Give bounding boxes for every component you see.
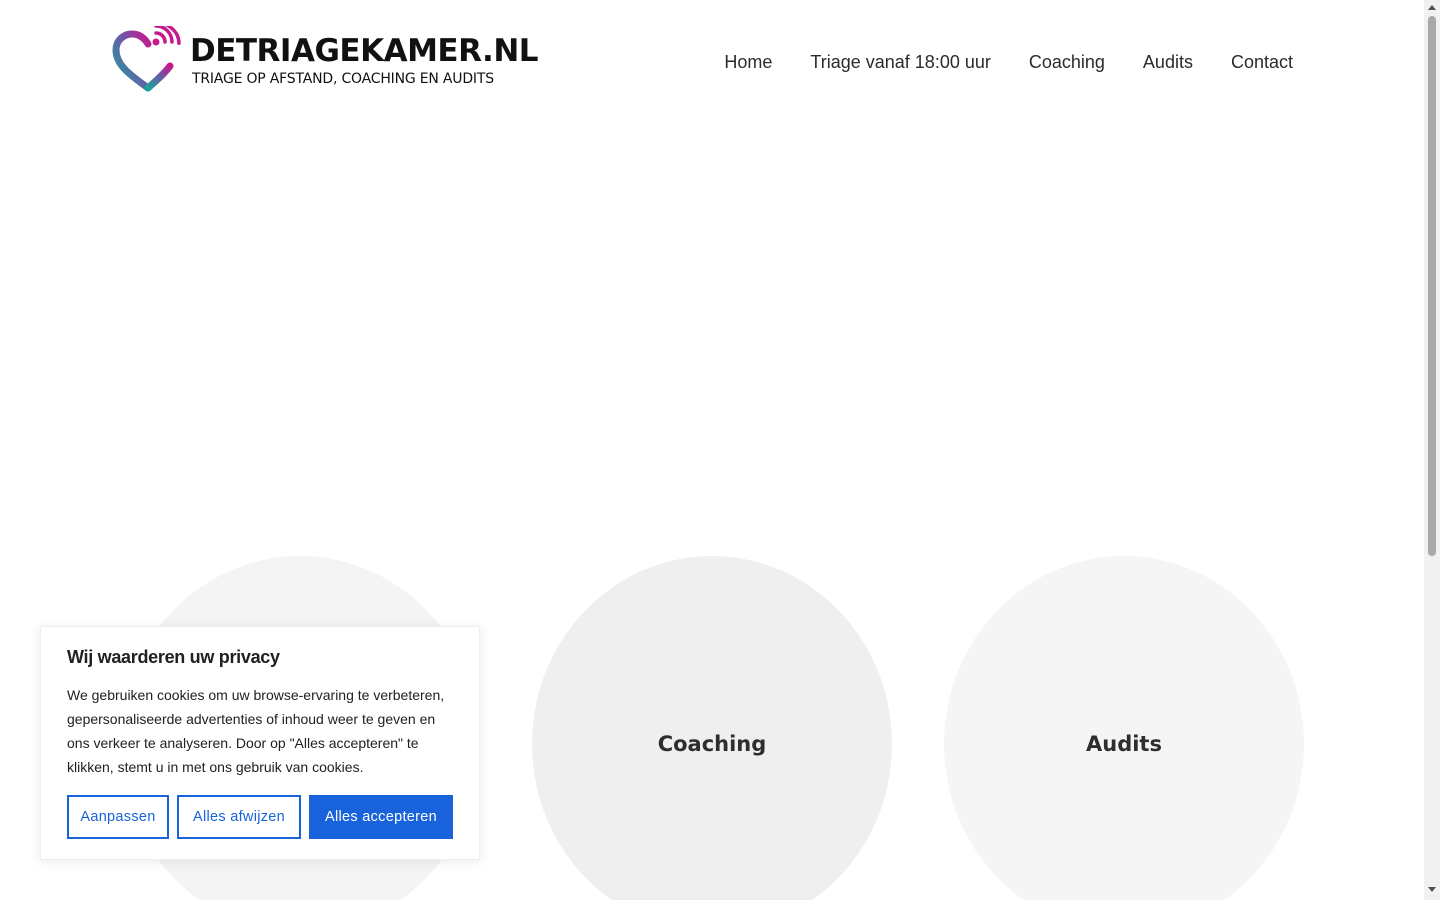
service-circle-audits[interactable]: Audits <box>944 556 1304 900</box>
scrollbar-thumb[interactable] <box>1428 16 1436 556</box>
logo-title: DETRIAGEKAMER.NL <box>190 33 539 69</box>
nav-item-triage[interactable]: Triage vanaf 18:00 uur <box>810 50 990 74</box>
reject-all-button[interactable]: Alles afwijzen <box>177 795 301 839</box>
nav-item-coaching[interactable]: Coaching <box>1029 50 1105 74</box>
cookie-description: We gebruiken cookies om uw browse-ervari… <box>67 687 445 775</box>
page: DETRIAGEKAMER.NL TRIAGE OP AFSTAND, COAC… <box>0 0 1424 900</box>
service-circle-coaching[interactable]: Coaching <box>532 556 892 900</box>
customize-button[interactable]: Aanpassen <box>67 795 169 839</box>
site-header: DETRIAGEKAMER.NL TRIAGE OP AFSTAND, COAC… <box>0 0 1424 125</box>
nav-item-home[interactable]: Home <box>724 50 772 74</box>
cookie-title: Wij waarderen uw privacy <box>67 647 280 667</box>
scroll-up-arrow-icon[interactable] <box>1428 5 1436 10</box>
scroll-down-arrow-icon[interactable] <box>1428 887 1436 892</box>
main-nav: Home Triage vanaf 18:00 uur Coaching Aud… <box>686 50 1293 74</box>
accept-all-button[interactable]: Alles accepteren <box>309 795 453 839</box>
heart-wifi-logo-icon <box>112 26 181 92</box>
service-label-audits: Audits <box>1086 732 1162 756</box>
nav-item-audits[interactable]: Audits <box>1143 50 1193 74</box>
cookie-consent-banner: Wij waarderen uw privacy We gebruiken co… <box>40 626 480 860</box>
vertical-scrollbar[interactable] <box>1424 0 1440 900</box>
nav-item-contact[interactable]: Contact <box>1231 50 1293 74</box>
site-logo[interactable]: DETRIAGEKAMER.NL TRIAGE OP AFSTAND, COAC… <box>112 26 539 94</box>
logo-tagline: TRIAGE OP AFSTAND, COACHING EN AUDITS <box>192 71 494 87</box>
service-label-coaching: Coaching <box>657 732 767 756</box>
